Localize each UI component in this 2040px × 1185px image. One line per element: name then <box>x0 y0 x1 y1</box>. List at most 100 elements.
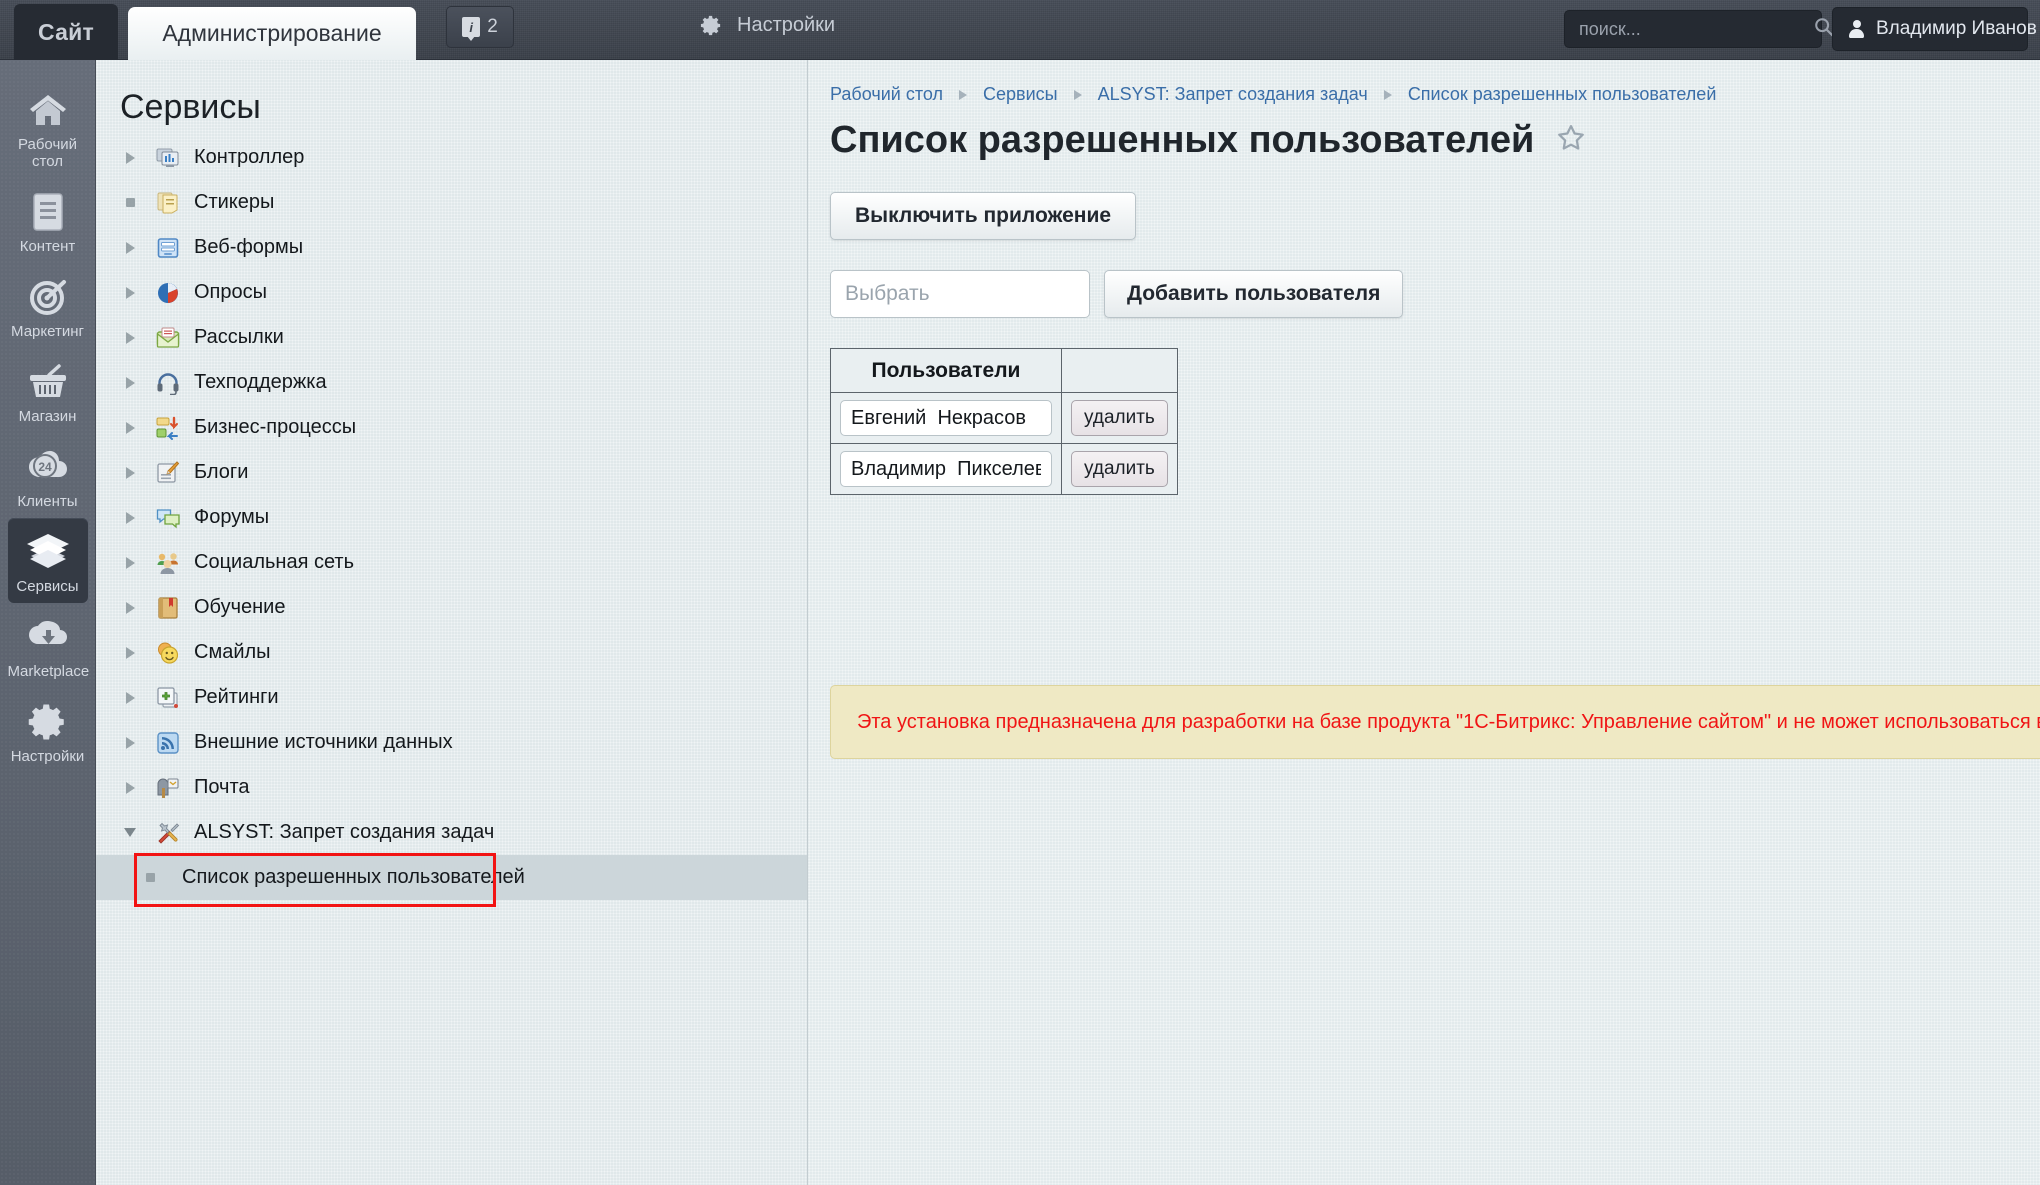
tab-site[interactable]: Сайт <box>14 4 118 60</box>
tree-item-techsupport[interactable]: Техподдержка <box>96 360 807 405</box>
document-icon <box>8 190 88 234</box>
chevron-right-icon[interactable] <box>120 376 140 389</box>
table-row: удалить <box>830 443 1178 495</box>
tree-label: Почта <box>194 776 250 798</box>
breadcrumb-item-desktop[interactable]: Рабочий стол <box>830 84 943 105</box>
people-icon <box>156 551 180 575</box>
tree-item-allowed-users[interactable]: Список разрешенных пользователей <box>96 855 807 900</box>
user-name-input[interactable] <box>840 400 1052 436</box>
sidebar-item-desktop[interactable]: Рабочий стол <box>8 76 88 178</box>
sticker-icon <box>156 191 180 215</box>
disable-app-button[interactable]: Выключить приложение <box>830 192 1137 240</box>
tree-item-bizproc[interactable]: Бизнес-процессы <box>96 405 807 450</box>
tree-item-learning[interactable]: Обучение <box>96 585 807 630</box>
tree-item-polls[interactable]: Опросы <box>96 270 807 315</box>
services-panel-title: Сервисы <box>120 88 261 126</box>
allowed-users-table: Пользователи удалить удалить <box>830 348 1178 495</box>
tree-item-socialnetwork[interactable]: Социальная сеть <box>96 540 807 585</box>
svg-text:24: 24 <box>38 460 52 474</box>
rating-plus-icon <box>156 686 180 710</box>
poll-icon <box>156 281 180 305</box>
user-select-input[interactable] <box>830 270 1090 318</box>
sidebar-item-marketplace[interactable]: Marketplace <box>8 603 89 688</box>
search-input[interactable] <box>1577 17 1813 41</box>
column-header-users: Пользователи <box>830 348 1062 393</box>
notifications-counter-button[interactable]: i 2 <box>446 6 514 48</box>
sidebar-item-content[interactable]: Контент <box>8 178 88 263</box>
breadcrumb-item-alsyst[interactable]: ALSYST: Запрет создания задач <box>1098 84 1368 105</box>
chevron-right-icon[interactable] <box>120 331 140 344</box>
chevron-right-icon[interactable] <box>120 151 140 164</box>
sidebar-label-services: Сервисы <box>16 578 79 595</box>
tree-item-controller[interactable]: Контроллер <box>96 135 807 180</box>
settings-link[interactable]: Настройки <box>700 14 835 37</box>
chevron-right-icon[interactable] <box>120 511 140 524</box>
tree-item-blogs[interactable]: Блоги <box>96 450 807 495</box>
breadcrumb: Рабочий стол Сервисы ALSYST: Запрет созд… <box>808 60 2040 105</box>
chevron-right-icon[interactable] <box>120 556 140 569</box>
tree-label: Обучение <box>194 596 286 618</box>
chevron-right-icon[interactable] <box>120 466 140 479</box>
user-menu-button[interactable]: Владимир Иванов <box>1832 7 2037 51</box>
chevron-right-icon[interactable] <box>120 691 140 704</box>
chevron-right-icon[interactable] <box>120 601 140 614</box>
chevron-right-icon[interactable] <box>120 241 140 254</box>
mailbox-icon <box>156 776 180 800</box>
target-icon <box>8 275 88 319</box>
tree-item-webforms[interactable]: Веб-формы <box>96 225 807 270</box>
sidebar-label-marketing: Маркетинг <box>11 323 84 340</box>
delete-user-button[interactable]: удалить <box>1071 451 1168 487</box>
add-user-button[interactable]: Добавить пользователя <box>1104 270 1404 318</box>
info-icon: i <box>462 17 481 41</box>
chevron-down-icon[interactable] <box>120 828 140 837</box>
chevron-right-icon[interactable] <box>120 646 140 659</box>
delete-user-button[interactable]: удалить <box>1071 400 1168 436</box>
tree-item-stickers[interactable]: Стикеры <box>96 180 807 225</box>
tree-item-mailings[interactable]: Рассылки <box>96 315 807 360</box>
headset-icon <box>156 371 180 395</box>
chevron-right-icon[interactable] <box>120 736 140 749</box>
breadcrumb-item-current[interactable]: Список разрешенных пользователей <box>1408 84 1717 105</box>
breadcrumb-item-services[interactable]: Сервисы <box>983 84 1058 105</box>
table-cell-user <box>830 443 1062 495</box>
tree-label: Контроллер <box>194 146 305 168</box>
chevron-right-icon <box>1383 89 1392 100</box>
user-name-input[interactable] <box>840 451 1052 487</box>
column-header-actions <box>1061 348 1178 393</box>
tree-item-external-data[interactable]: Внешние источники данных <box>96 720 807 765</box>
bullet-icon <box>140 873 160 882</box>
user-name: Владимир Иванов <box>1876 18 2037 39</box>
sidebar-item-services[interactable]: Сервисы <box>7 518 88 603</box>
tree-item-ratings[interactable]: Рейтинги <box>96 675 807 720</box>
tree-item-alsyst[interactable]: ALSYST: Запрет создания задач <box>96 810 807 855</box>
tree-item-smiles[interactable]: Смайлы <box>96 630 807 675</box>
dev-install-notice: Эта установка предназначена для разработ… <box>830 685 2040 759</box>
sidebar-label-shop: Магазин <box>18 408 77 425</box>
page-title: Список разрешенных пользователей <box>830 119 1535 161</box>
chevron-right-icon[interactable] <box>120 286 140 299</box>
search-box[interactable] <box>1564 10 1834 48</box>
sidebar-item-shop[interactable]: Магазин <box>8 348 88 433</box>
book-icon <box>156 596 180 620</box>
notifications-count: 2 <box>487 16 498 37</box>
tree-label: Рейтинги <box>194 686 279 708</box>
tree-label: Форумы <box>194 506 270 528</box>
tree-label: Смайлы <box>194 641 271 663</box>
tab-administration[interactable]: Администрирование <box>128 7 416 60</box>
mail-envelope-icon <box>156 326 180 350</box>
tree-label: Список разрешенных пользователей <box>182 866 525 888</box>
star-outline-icon[interactable] <box>1556 123 1586 158</box>
sidebar-item-marketing[interactable]: Маркетинг <box>8 263 88 348</box>
tree-item-forums[interactable]: Форумы <box>96 495 807 540</box>
tree-item-mail[interactable]: Почта <box>96 765 807 810</box>
basket-icon <box>8 360 88 404</box>
bullet-icon <box>120 198 140 207</box>
chevron-right-icon[interactable] <box>120 781 140 794</box>
tree-label: Блоги <box>194 461 249 483</box>
chevron-right-icon[interactable] <box>120 421 140 434</box>
sidebar-item-settings[interactable]: Настройки <box>8 688 88 773</box>
sidebar-item-clients[interactable]: 24 Клиенты <box>8 433 88 518</box>
controller-icon <box>156 146 180 170</box>
add-user-form: Добавить пользователя <box>830 270 2040 318</box>
chevron-right-icon <box>959 89 967 100</box>
